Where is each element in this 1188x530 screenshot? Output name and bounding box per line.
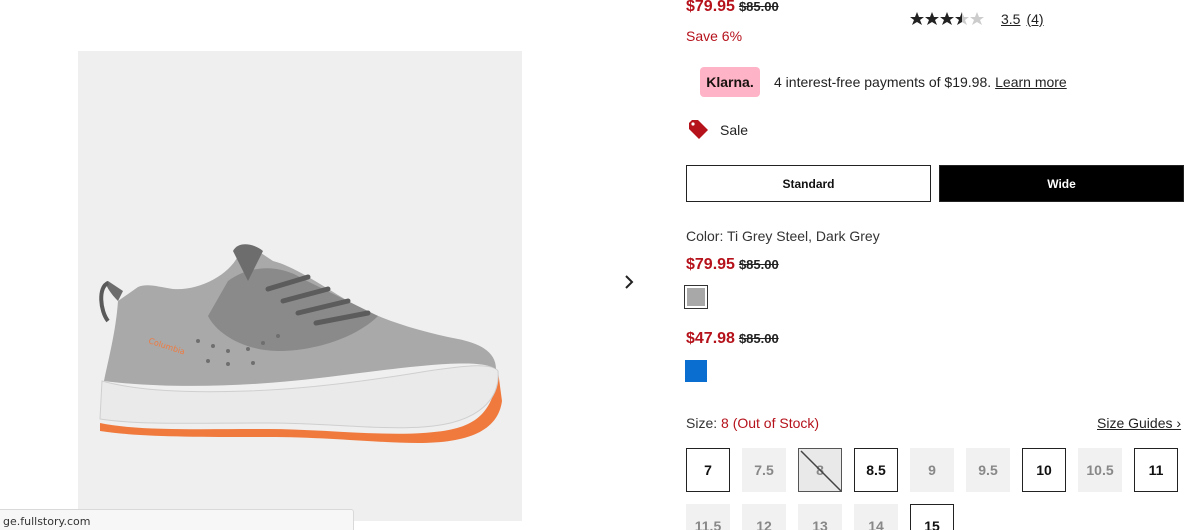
size-option[interactable]: 14 [854, 504, 898, 530]
product-image[interactable]: Columbia [78, 51, 522, 521]
sale-row: Sale [688, 120, 748, 140]
selected-size: 8 (Out of Stock) [721, 415, 820, 431]
rating[interactable]: 3.5 (4) [909, 11, 1044, 27]
size-option[interactable]: 9.5 [966, 448, 1010, 492]
price-tag-icon [689, 120, 708, 139]
price-block: $79.95 $85.00 [686, 0, 779, 16]
size-option-label: 10.5 [1086, 462, 1114, 478]
swatch-fill [687, 288, 705, 306]
size-option[interactable]: 11.5 [686, 504, 730, 530]
next-image-arrow[interactable] [618, 270, 640, 294]
savings-text: Save 6% [686, 28, 743, 44]
size-label: Size: 8 (Out of Stock) [686, 415, 819, 431]
size-option[interactable]: 10 [1022, 448, 1066, 492]
shoe-illustration: Columbia [99, 244, 502, 443]
size-option-label: 14 [868, 518, 884, 530]
size-option[interactable]: 8.5 [854, 448, 898, 492]
size-option[interactable]: 9 [910, 448, 954, 492]
size-option[interactable]: 13 [798, 504, 842, 530]
size-option[interactable]: 7 [686, 448, 730, 492]
size-option-label: 13 [812, 518, 828, 530]
size-option[interactable]: 10.5 [1078, 448, 1122, 492]
size-option-label: 15 [924, 518, 940, 530]
size-option-label: 8.5 [866, 462, 886, 478]
size-option-label: 11 [1148, 462, 1164, 478]
size-option[interactable]: 15 [910, 504, 954, 530]
color-label: Color: Ti Grey Steel, Dark Grey [686, 228, 880, 244]
stars-icon [910, 12, 984, 25]
klarna-text: 4 interest-free payments of $19.98. [774, 74, 992, 90]
star-rating [909, 11, 987, 27]
color-swatch-grey[interactable] [684, 285, 708, 309]
original-price: $85.00 [738, 331, 779, 346]
size-grid: 7 7.5 8 8.5 9 9.5 10 10.5 11 11.5 12 13 14 15 [686, 448, 1188, 530]
size-option-label: 7.5 [754, 462, 774, 478]
original-price: $85.00 [738, 0, 779, 14]
reviews-link[interactable]: 3.5 (4) [1001, 11, 1044, 27]
klarna-learn-more-link[interactable]: Learn more [995, 74, 1067, 90]
strikethrough-icon [800, 450, 842, 492]
color-option-price: $79.95 $85.00 [686, 256, 779, 274]
review-count: (4) [1026, 11, 1044, 27]
chevron-right-icon [625, 275, 634, 289]
size-label-text: Size: [686, 415, 718, 431]
size-guides-link[interactable]: Size Guides › [1097, 415, 1181, 431]
size-option[interactable]: 8 [798, 448, 842, 492]
sale-price: $79.95 [686, 0, 735, 15]
sale-price: $47.98 [686, 330, 735, 347]
color-swatch-blue[interactable] [685, 360, 707, 382]
sale-label: Sale [720, 122, 749, 138]
size-option-label: 7 [704, 462, 712, 478]
color-option-price: $47.98 $85.00 [686, 330, 779, 348]
size-option-label: 11.5 [694, 518, 722, 530]
width-standard-button[interactable]: Standard [686, 165, 931, 202]
size-option[interactable]: 12 [742, 504, 786, 530]
size-option[interactable]: 11 [1134, 448, 1178, 492]
size-option-label: 10 [1036, 462, 1052, 478]
sale-price: $79.95 [686, 256, 735, 273]
klarna-logo: Klarna. [700, 67, 760, 97]
rating-score: 3.5 [1001, 11, 1021, 27]
width-wide-button[interactable]: Wide [939, 165, 1184, 202]
original-price: $85.00 [738, 257, 779, 272]
size-option-label: 9.5 [978, 462, 998, 478]
size-option-label: 12 [756, 518, 772, 530]
status-bar-url: ge.fullstory.com [0, 509, 354, 530]
klarna-row: Klarna. 4 interest-free payments of $19.… [700, 67, 1067, 97]
size-option-label: 9 [928, 462, 936, 478]
size-option[interactable]: 7.5 [742, 448, 786, 492]
